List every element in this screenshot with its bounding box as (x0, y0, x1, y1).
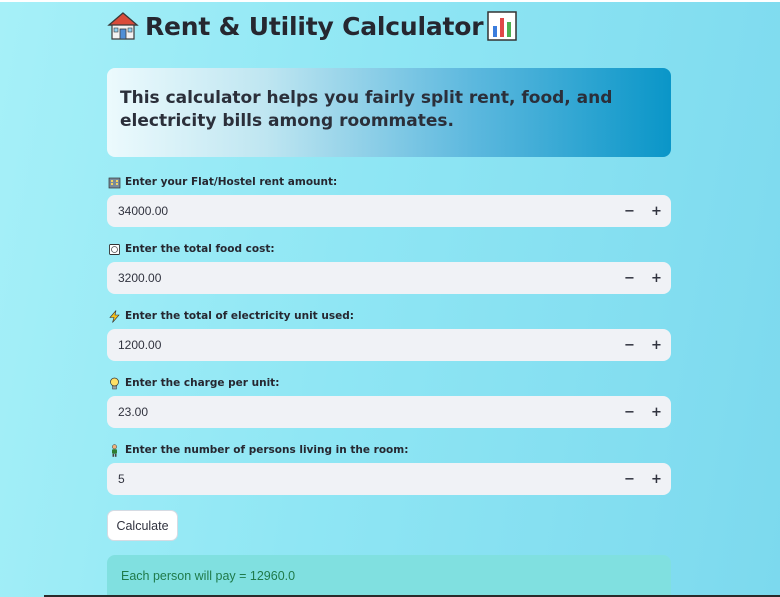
food-input[interactable]: 3200.00 − + (107, 262, 671, 294)
charge-per-unit-label-text: Enter the charge per unit: (125, 377, 280, 389)
rent-field: Enter your Flat/Hostel rent amount: 3400… (107, 174, 671, 227)
rent-input[interactable]: 34000.00 − + (107, 195, 671, 227)
electricity-units-decrement-button[interactable]: − (616, 329, 643, 361)
result-text: Each person will pay = 12960.0 (121, 569, 296, 583)
electricity-units-field: Enter the total of electricity unit used… (107, 308, 671, 361)
persons-increment-button[interactable]: + (643, 463, 670, 495)
title-text: Rent & Utility Calculator (145, 11, 484, 41)
intro-banner: This calculator helps you fairly split r… (107, 68, 671, 157)
calculate-button[interactable]: Calculate (107, 510, 178, 541)
electricity-units-increment-button[interactable]: + (643, 329, 670, 361)
charge-per-unit-value[interactable]: 23.00 (107, 405, 616, 419)
result-message: Each person will pay = 12960.0 (107, 555, 671, 597)
persons-field: Enter the number of persons living in th… (107, 442, 671, 495)
food-value[interactable]: 3200.00 (107, 271, 616, 285)
charge-per-unit-field: Enter the charge per unit: 23.00 − + (107, 375, 671, 428)
charge-per-unit-label: Enter the charge per unit: (107, 375, 671, 391)
charge-per-unit-increment-button[interactable]: + (643, 396, 670, 428)
food-increment-button[interactable]: + (643, 262, 670, 294)
persons-label-text: Enter the number of persons living in th… (125, 444, 409, 456)
rent-label: Enter your Flat/Hostel rent amount: (107, 174, 671, 190)
person-icon (107, 443, 121, 457)
food-decrement-button[interactable]: − (616, 262, 643, 294)
light-bulb-icon (107, 376, 121, 390)
building-icon (107, 175, 121, 189)
persons-decrement-button[interactable]: − (616, 463, 643, 495)
persons-label: Enter the number of persons living in th… (107, 442, 671, 458)
food-label: Enter the total food cost: (107, 241, 671, 257)
electricity-units-input[interactable]: 1200.00 − + (107, 329, 671, 361)
house-icon (107, 10, 139, 42)
electricity-units-label: Enter the total of electricity unit used… (107, 308, 671, 324)
rent-increment-button[interactable]: + (643, 195, 670, 227)
electricity-units-value[interactable]: 1200.00 (107, 338, 616, 352)
plate-cutlery-icon (107, 242, 121, 256)
rent-decrement-button[interactable]: − (616, 195, 643, 227)
persons-value[interactable]: 5 (107, 472, 616, 486)
charge-per-unit-decrement-button[interactable]: − (616, 396, 643, 428)
food-field: Enter the total food cost: 3200.00 − + (107, 241, 671, 294)
persons-input[interactable]: 5 − + (107, 463, 671, 495)
electricity-units-label-text: Enter the total of electricity unit used… (125, 310, 354, 322)
top-edge (0, 0, 780, 2)
charge-per-unit-input[interactable]: 23.00 − + (107, 396, 671, 428)
rent-value[interactable]: 34000.00 (107, 204, 616, 218)
lightning-icon (107, 309, 121, 323)
rent-label-text: Enter your Flat/Hostel rent amount: (125, 176, 338, 188)
food-label-text: Enter the total food cost: (125, 243, 275, 255)
page-title: Rent & Utility Calculator (107, 8, 518, 44)
intro-text: This calculator helps you fairly split r… (120, 88, 613, 131)
bar-chart-icon (486, 10, 518, 42)
